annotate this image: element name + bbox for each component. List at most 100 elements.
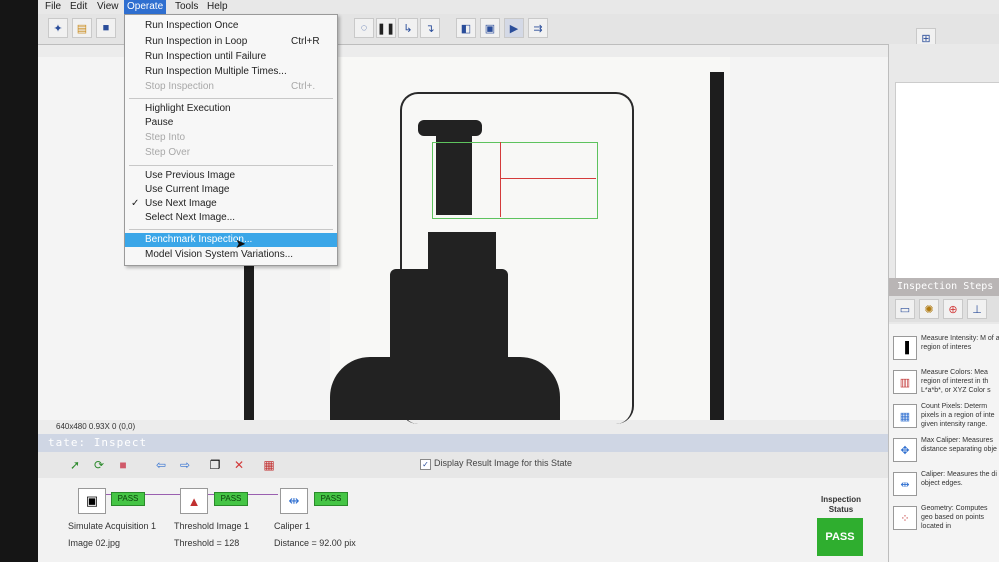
inspection-image[interactable] [330,57,730,424]
list-item-geometry[interactable]: ⁘ Geometry: Computes geo based on points… [893,504,999,538]
preview-thumbnail[interactable] [895,82,999,279]
menu-item-step-over[interactable]: Step Over [125,146,337,160]
delete-icon[interactable]: ✕ [230,457,248,473]
previous-image-icon[interactable]: ◧ [456,18,476,38]
step-threshold-image[interactable]: ▲ [180,488,208,514]
menu-item-run-until-failure[interactable]: Run Inspection until Failure [125,50,337,64]
tab-acquire-icon[interactable]: ▭ [895,299,915,319]
pause-icon[interactable]: ❚❚ [376,18,396,38]
tab-measure-icon[interactable]: ⊥ [967,299,987,319]
menu-item-shortcut: Ctrl+. [291,81,316,92]
tab-gear-icon[interactable]: ✺ [919,299,939,319]
menu-item-label: Use Previous Image [145,170,236,181]
menu-view[interactable]: View [94,0,122,14]
list-item-count-pixels[interactable]: ▦ Count Pixels: Determ pixels in a regio… [893,402,999,436]
step-3-status: PASS [314,492,348,506]
step-simulate-acquisition[interactable]: ▣ [78,488,106,514]
state-toolbar: ➚ ⟳ ■ ⇦ ⇨ ❐ ✕ ▦ ✓ Display Result Image f… [38,452,888,479]
menu-item-label: Run Inspection Once [145,20,239,31]
caliper-icon: ⇹ [280,488,308,514]
caliper-edge-line [500,178,596,179]
inspection-status-title: Inspection Status [820,495,861,514]
steps-list: ▐ Measure Intensity: M of a region of in… [889,324,999,562]
menu-item-benchmark[interactable]: Benchmark Inspection... [125,233,337,247]
threshold-icon: ▲ [180,488,208,514]
menu-item-label: Use Next Image [145,198,217,209]
step-into-icon[interactable]: ↳ [398,18,418,38]
menu-item-label: Highlight Execution [145,103,231,114]
list-item-text: Max Caliper: Measures distance separatin… [921,437,997,453]
image-border-right [710,72,724,420]
bottle-cap [418,120,482,136]
move-left-icon[interactable]: ⇦ [152,457,170,473]
image-info: 640x480 0.93X 0 (0,0) [56,422,136,431]
move-right-icon[interactable]: ⇨ [176,457,194,473]
list-item-measure-intensity[interactable]: ▐ Measure Intensity: M of a region of in… [893,334,999,368]
stop-icon[interactable]: ■ [114,457,132,473]
bottle-shoulder [428,232,496,272]
step-2-value: Threshold = 128 [174,538,240,548]
open-folder-icon[interactable]: ▤ [72,18,92,38]
state-bar: tate: Inspect [38,434,888,452]
step-1-status: PASS [111,492,145,506]
menu-item-step-into[interactable]: Step Into [125,131,337,145]
display-result-checkbox[interactable]: ✓ [420,459,431,470]
geometry-icon: ⁘ [893,506,917,530]
step-caliper[interactable]: ⇹ [280,488,308,514]
measure-intensity-icon: ▐ [893,336,917,360]
operate-menu: Run Inspection Once Run Inspection in Lo… [124,14,338,266]
new-file-icon[interactable]: ✦ [48,18,68,38]
menu-item-highlight[interactable]: Highlight Execution [125,102,337,116]
menu-item-use-current[interactable]: Use Current Image [125,183,337,197]
step-over-icon[interactable]: ↴ [420,18,440,38]
menu-item-use-next[interactable]: ✓ Use Next Image [125,197,337,211]
mouse-cursor-icon: ➤ [235,236,246,251]
app-window: File Edit View Operate Tools Help ✦ ▤ ■ … [38,0,999,562]
list-item-max-caliper[interactable]: ✥ Max Caliper: Measures distance separat… [893,436,999,470]
list-item-text: Caliper: Measures the di object edges. [921,471,997,487]
menu-help[interactable]: Help [204,0,231,14]
max-caliper-icon: ✥ [893,438,917,462]
right-panel: Inspection Steps ▭ ✺ ⊕ ⊥ ▐ Measure Inten… [888,44,999,562]
list-item-text: Measure Intensity: M of a region of inte… [921,335,999,351]
list-item-text: Count Pixels: Determ pixels in a region … [921,403,995,428]
bottle-base [330,357,560,420]
next-image-icon[interactable]: ▶ [504,18,524,38]
menu-item-label: Select Next Image... [145,212,236,223]
menu-separator [129,98,333,99]
menu-item-select-next[interactable]: Select Next Image... [125,211,337,225]
add-step-icon[interactable]: ➚ [66,457,84,473]
menu-item-label: Pause [145,117,174,128]
copy-icon[interactable]: ❐ [206,457,224,473]
inspection-steps-header: Inspection Steps [889,278,999,296]
menu-item-run-multiple[interactable]: Run Inspection Multiple Times... [125,65,337,79]
menu-item-label: Step Into [145,132,186,143]
menu-item-run-once[interactable]: Run Inspection Once [125,19,337,33]
menu-file[interactable]: File [42,0,64,14]
lightbulb-icon[interactable]: ◌ [354,18,374,38]
checkmark-icon: ✓ [131,198,140,209]
acquire-image-icon[interactable]: ⇉ [528,18,548,38]
caliper-roi[interactable] [432,142,598,219]
menu-item-stop[interactable]: Stop Inspection Ctrl+. [125,80,337,94]
tab-target-icon[interactable]: ⊕ [943,299,963,319]
list-item-measure-colors[interactable]: ▥ Measure Colors: Mea region of interest… [893,368,999,402]
menu-tools[interactable]: Tools [172,0,201,14]
menu-item-use-previous[interactable]: Use Previous Image [125,169,337,183]
report-icon[interactable]: ▦ [260,457,278,473]
caliper-tool-icon: ⇹ [893,472,917,496]
menu-separator [129,229,333,230]
menu-item-model-variations[interactable]: Model Vision System Variations... [125,248,337,262]
list-item-caliper[interactable]: ⇹ Caliper: Measures the di object edges. [893,470,999,504]
menu-item-pause[interactable]: Pause [125,116,337,130]
menu-item-run-loop[interactable]: Run Inspection in Loop Ctrl+R [125,35,337,49]
refresh-icon[interactable]: ⟳ [90,457,108,473]
step-3-value: Distance = 92.00 pix [274,538,356,548]
menu-edit[interactable]: Edit [67,0,90,14]
save-icon[interactable]: ■ [96,18,116,38]
step-connector [78,494,278,495]
menu-item-label: Run Inspection in Loop [145,36,248,47]
measure-colors-icon: ▥ [893,370,917,394]
menu-operate[interactable]: Operate [124,0,167,14]
current-image-icon[interactable]: ▣ [480,18,500,38]
